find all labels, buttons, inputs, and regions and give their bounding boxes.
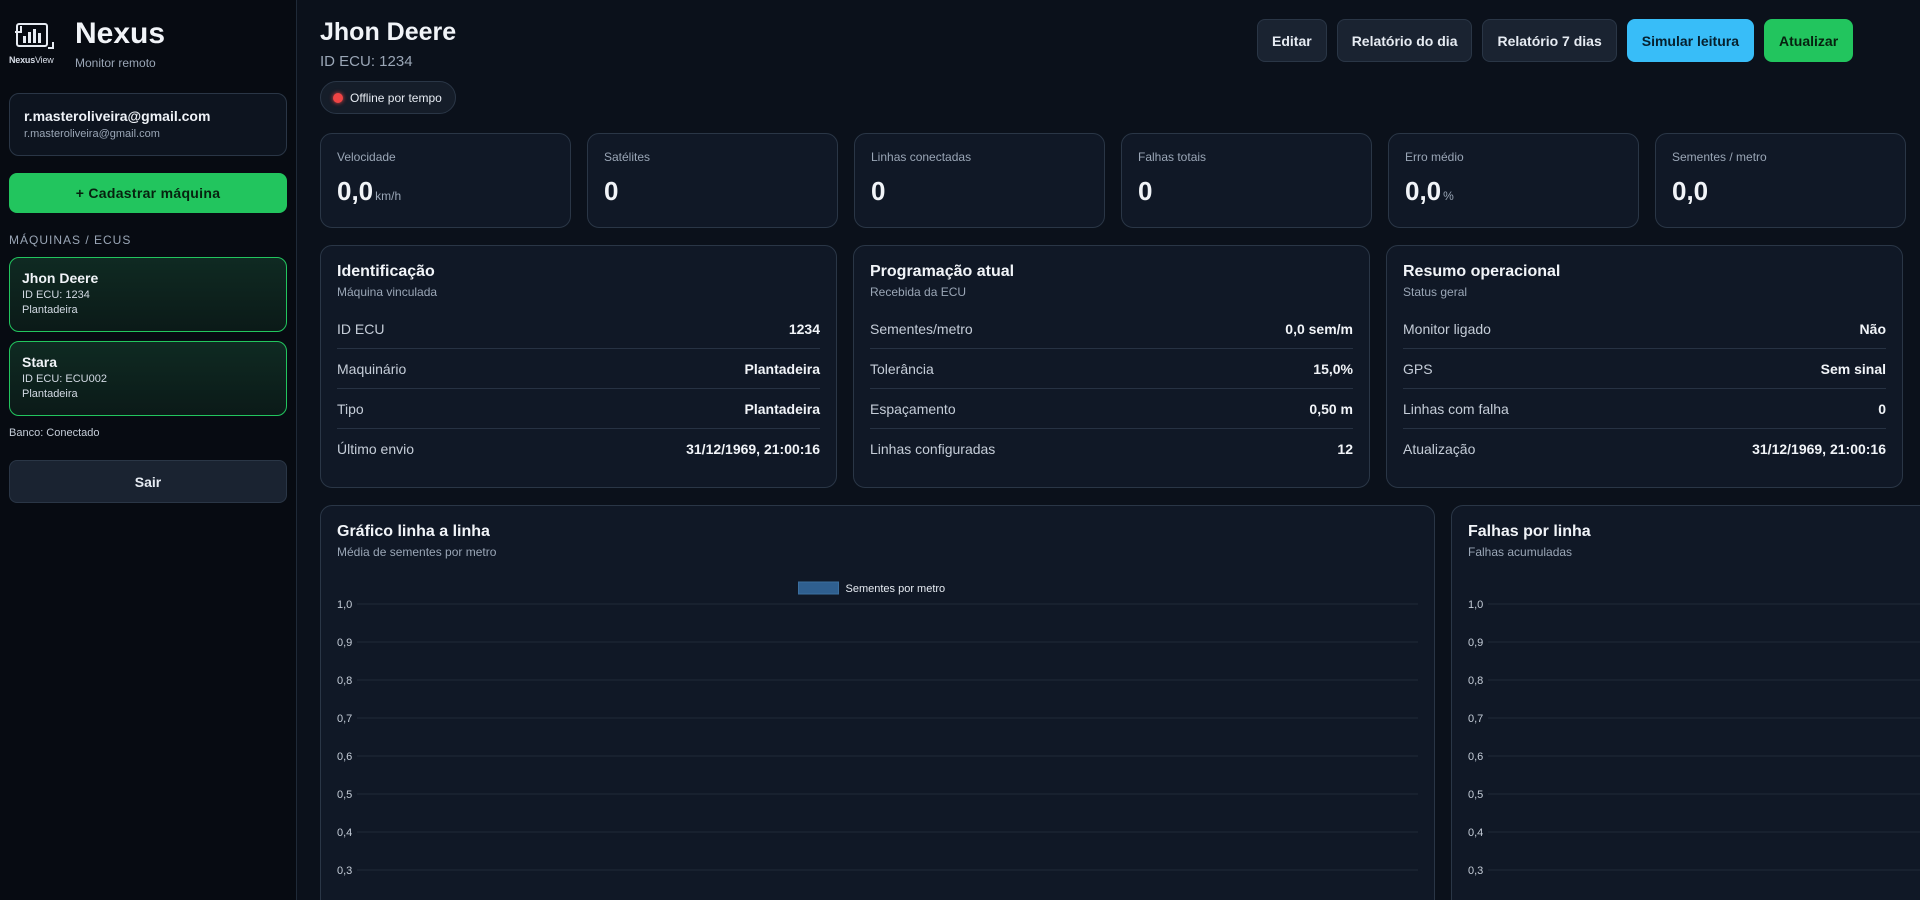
- identification-panel: Identificação Máquina vinculada ID ECU 12…: [320, 245, 837, 488]
- info-row: Atualização 31/12/1969, 21:00:16: [1403, 441, 1886, 457]
- machine-ecu: ID ECU: ECU002: [22, 373, 107, 385]
- y-tick-label: 0,9: [337, 637, 352, 649]
- seeds-per-line-chart-svg: 1,0 0,9 0,8 0,7 0,6 0,5 0,4 0,3 Sementes por met…: [337, 581, 1418, 877]
- y-tick-label: 0,4: [1468, 827, 1483, 839]
- main-content: Jhon Deere ID ECU: 1234 Offline por temp…: [320, 0, 1920, 900]
- y-tick-label: 0,8: [337, 675, 352, 687]
- info-row: Linhas configuradas 12: [870, 441, 1353, 457]
- y-tick-label: 0,4: [337, 827, 352, 839]
- chart-title: Gráfico linha a linha: [337, 523, 490, 540]
- machine-type: Plantadeira: [22, 388, 78, 400]
- user-email-sub: r.masteroliveira@gmail.com: [24, 128, 160, 140]
- toolbar: Editar Relatório do dia Relatório 7 dias…: [1257, 19, 1854, 62]
- machine-item-jhon-deere[interactable]: Jhon Deere ID ECU: 1234 Plantadeira: [9, 257, 287, 332]
- y-tick-label: 0,3: [337, 865, 352, 877]
- info-row: Tipo Plantadeira: [337, 389, 820, 429]
- y-tick-label: 0,6: [1468, 751, 1483, 763]
- info-row: Linhas com falha 0: [1403, 389, 1886, 429]
- ecu-id-subtitle: ID ECU: 1234: [320, 53, 413, 70]
- y-tick-label: 0,6: [337, 751, 352, 763]
- info-row: Tolerância 15,0%: [870, 349, 1353, 389]
- kpi-seeds-per-meter: Sementes / metro 0,0: [1655, 133, 1906, 228]
- register-machine-button[interactable]: + Cadastrar máquina: [9, 173, 287, 213]
- info-row: GPS Sem sinal: [1403, 349, 1886, 389]
- refresh-button[interactable]: Atualizar: [1764, 19, 1854, 62]
- info-panels: Identificação Máquina vinculada ID ECU 12…: [320, 245, 1903, 488]
- kpi-average-error: Erro médio 0,0%: [1388, 133, 1639, 228]
- machines-section-label: MÁQUINAS / ECUS: [9, 233, 132, 247]
- chart-subtitle: Média de sementes por metro: [337, 545, 497, 559]
- y-tick-label: 0,8: [1468, 675, 1483, 687]
- info-row: Sementes/metro 0,0 sem/m: [870, 309, 1353, 349]
- failures-per-line-chart-svg: 1,0 0,9 0,8 0,7 0,6 0,5 0,4 0,3: [1468, 599, 1920, 877]
- machine-name: Stara: [22, 354, 58, 370]
- status-text: Offline por tempo: [350, 90, 442, 105]
- logout-button[interactable]: Sair: [9, 460, 287, 503]
- user-email: r.masteroliveira@gmail.com: [24, 108, 211, 124]
- status-dot-icon: [333, 92, 343, 103]
- y-tick-label: 1,0: [1468, 599, 1483, 611]
- y-tick-label: 0,7: [1468, 713, 1483, 725]
- page-title: Jhon Deere: [320, 18, 457, 46]
- simulate-reading-button[interactable]: Simular leitura: [1626, 19, 1755, 62]
- y-tick-label: 0,7: [337, 713, 352, 725]
- db-status: Banco: Conectado: [9, 427, 100, 439]
- brand-subtitle: Monitor remoto: [75, 56, 156, 70]
- kpi-satellites: Satélites 0: [587, 133, 838, 228]
- machine-item-stara[interactable]: Stara ID ECU: ECU002 Plantadeira: [9, 341, 287, 416]
- chart-title: Falhas por linha: [1468, 523, 1591, 540]
- kpi-total-failures: Falhas totais 0: [1121, 133, 1372, 228]
- info-row: ID ECU 1234: [337, 309, 820, 349]
- nexus-logo: NexusView: [9, 18, 71, 66]
- y-tick-label: 0,9: [1468, 637, 1483, 649]
- legend-swatch: [798, 581, 839, 595]
- daily-report-button[interactable]: Relatório do dia: [1336, 19, 1473, 62]
- status-badge: Offline por tempo: [320, 81, 456, 114]
- failures-per-line-chart: 1,0 0,9 0,8 0,7 0,6 0,5 0,4 0,3 Falhas por linh…: [1451, 505, 1920, 900]
- machine-ecu: ID ECU: 1234: [22, 289, 90, 301]
- kpi-connected-lines: Linhas conectadas 0: [854, 133, 1105, 228]
- sidebar: NexusView Nexus Monitor remoto r.mastero…: [0, 0, 297, 900]
- info-row: Último envio 31/12/1969, 21:00:16: [337, 441, 820, 457]
- kpi-speed: Velocidade 0,0 km/h: [320, 133, 571, 228]
- operational-summary-panel: Resumo operacional Status geral Monitor …: [1386, 245, 1903, 488]
- y-tick-label: 0,5: [1468, 789, 1483, 801]
- brand: NexusView Nexus Monitor remoto: [9, 17, 287, 71]
- machine-name: Jhon Deere: [22, 270, 99, 286]
- seeds-per-line-chart: 1,0 0,9 0,8 0,7 0,6 0,5 0,4 0,3 Sementes por met…: [320, 505, 1435, 900]
- y-tick-label: 0,3: [1468, 865, 1483, 877]
- chart-subtitle: Falhas acumuladas: [1468, 545, 1573, 559]
- machine-type: Plantadeira: [22, 304, 78, 316]
- brand-title: Nexus: [75, 17, 166, 50]
- y-tick-label: 0,5: [337, 789, 352, 801]
- current-programming-panel: Programação atual Recebida da ECU Sement…: [853, 245, 1370, 488]
- info-row: Espaçamento 0,50 m: [870, 389, 1353, 429]
- edit-button[interactable]: Editar: [1257, 19, 1327, 62]
- info-row: Maquinário Plantadeira: [337, 349, 820, 389]
- legend-label: Sementes por metro: [846, 583, 946, 595]
- weekly-report-button[interactable]: Relatório 7 dias: [1482, 19, 1617, 62]
- kpi-row: Velocidade 0,0 km/h Satélites 0 Linhas co…: [320, 133, 1906, 228]
- user-card: r.masteroliveira@gmail.com r.masterolive…: [9, 93, 287, 156]
- y-tick-label: 1,0: [337, 599, 352, 611]
- info-row: Monitor ligado Não: [1403, 309, 1886, 349]
- dashboard-chart-icon: [15, 23, 54, 49]
